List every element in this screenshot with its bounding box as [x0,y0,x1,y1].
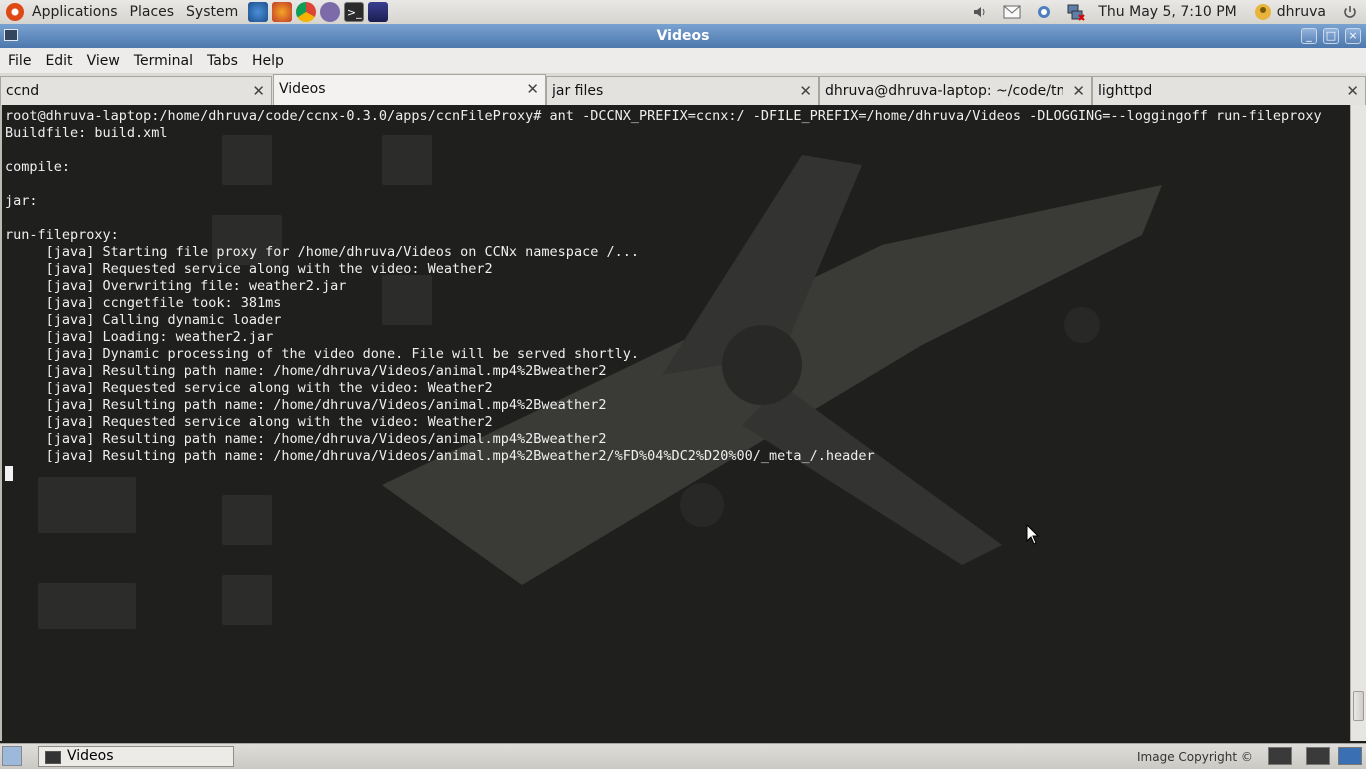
tab-ccnd[interactable]: ccnd ✕ [0,76,272,105]
firefox-launcher-icon[interactable] [272,2,293,22]
menu-view[interactable]: View [81,53,126,69]
volume-icon[interactable] [970,2,990,22]
system-menu[interactable]: System [180,0,244,24]
menu-file[interactable]: File [2,53,37,69]
terminal-view[interactable]: root@dhruva-laptop:/home/dhruva/code/ccn… [0,105,1350,741]
mail-icon[interactable] [1002,2,1022,22]
pidgin-launcher-icon[interactable] [320,2,341,22]
taskbar-item-label: Videos [67,748,114,764]
power-icon[interactable] [1340,2,1360,22]
menu-help[interactable]: Help [246,53,290,69]
wallpaper-copyright: Image Copyright © [1137,750,1253,764]
taskbar-item-videos[interactable]: Videos [38,746,234,767]
tab-jar-files[interactable]: jar files ✕ [546,76,819,105]
network-icon[interactable] [1066,2,1086,22]
terminal-launcher-icon[interactable]: >_ [344,2,365,22]
close-window-button[interactable]: × [1345,28,1361,44]
tab-label: ccnd [6,83,40,99]
tab-videos[interactable]: Videos ✕ [273,74,546,106]
menu-terminal[interactable]: Terminal [128,53,199,69]
show-desktop-icon[interactable] [2,746,22,766]
mouse-pointer-icon [1026,524,1040,545]
menu-tabs[interactable]: Tabs [201,53,244,69]
close-icon[interactable]: ✕ [252,82,265,100]
terminal-cursor [5,466,13,481]
terminal-icon[interactable] [1306,747,1330,765]
terminal-icon[interactable] [1268,747,1292,765]
tab-lighttpd[interactable]: lighttpd ✕ [1092,76,1366,105]
eclipse-launcher-icon[interactable] [368,2,389,22]
scrollbar-thumb[interactable] [1353,691,1364,721]
clock[interactable]: Thu May 5, 7:10 PM [1098,4,1236,20]
close-icon[interactable]: ✕ [1346,82,1359,100]
terminal-icon [45,751,61,764]
web-browser-launcher-icon[interactable] [248,2,269,22]
workspace-switcher-icon[interactable] [1338,747,1362,765]
user-name[interactable]: dhruva [1277,4,1326,20]
close-icon[interactable]: ✕ [1072,82,1085,100]
terminal-output: root@dhruva-laptop:/home/dhruva/code/ccn… [5,108,1322,464]
tab-label: jar files [552,83,604,99]
top-panel: Applications Places System >_ Thu May 5,… [0,0,1366,25]
close-icon[interactable]: ✕ [526,80,539,98]
menubar: File Edit View Terminal Tabs Help [0,48,1366,73]
window-titlebar[interactable]: Videos _ □ × [0,24,1366,48]
ubuntu-logo-icon[interactable] [6,3,24,21]
tab-label: Videos [279,81,326,97]
chrome-launcher-icon[interactable] [296,2,317,22]
minimize-button[interactable]: _ [1301,28,1317,44]
system-tray: Thu May 5, 7:10 PM dhruva [964,0,1366,24]
tab-dhruva-laptop-tmp[interactable]: dhruva@dhruva-laptop: ~/code/tmp ✕ [819,76,1092,105]
tab-bar: ccnd ✕ Videos ✕ jar files ✕ dhruva@dhruv… [0,73,1366,106]
maximize-button[interactable]: □ [1323,28,1339,44]
menu-edit[interactable]: Edit [39,53,78,69]
tab-label: lighttpd [1098,83,1153,99]
close-icon[interactable]: ✕ [799,82,812,100]
chat-status-icon[interactable] [1034,2,1054,22]
user-icon[interactable] [1253,2,1273,22]
terminal-scrollbar[interactable] [1350,105,1366,741]
window-title: Videos [656,28,710,44]
tab-label: dhruva@dhruva-laptop: ~/code/tmp [825,83,1063,99]
places-menu[interactable]: Places [124,0,181,24]
bottom-panel: Videos Image Copyright © [0,743,1366,769]
applications-menu[interactable]: Applications [26,0,124,24]
